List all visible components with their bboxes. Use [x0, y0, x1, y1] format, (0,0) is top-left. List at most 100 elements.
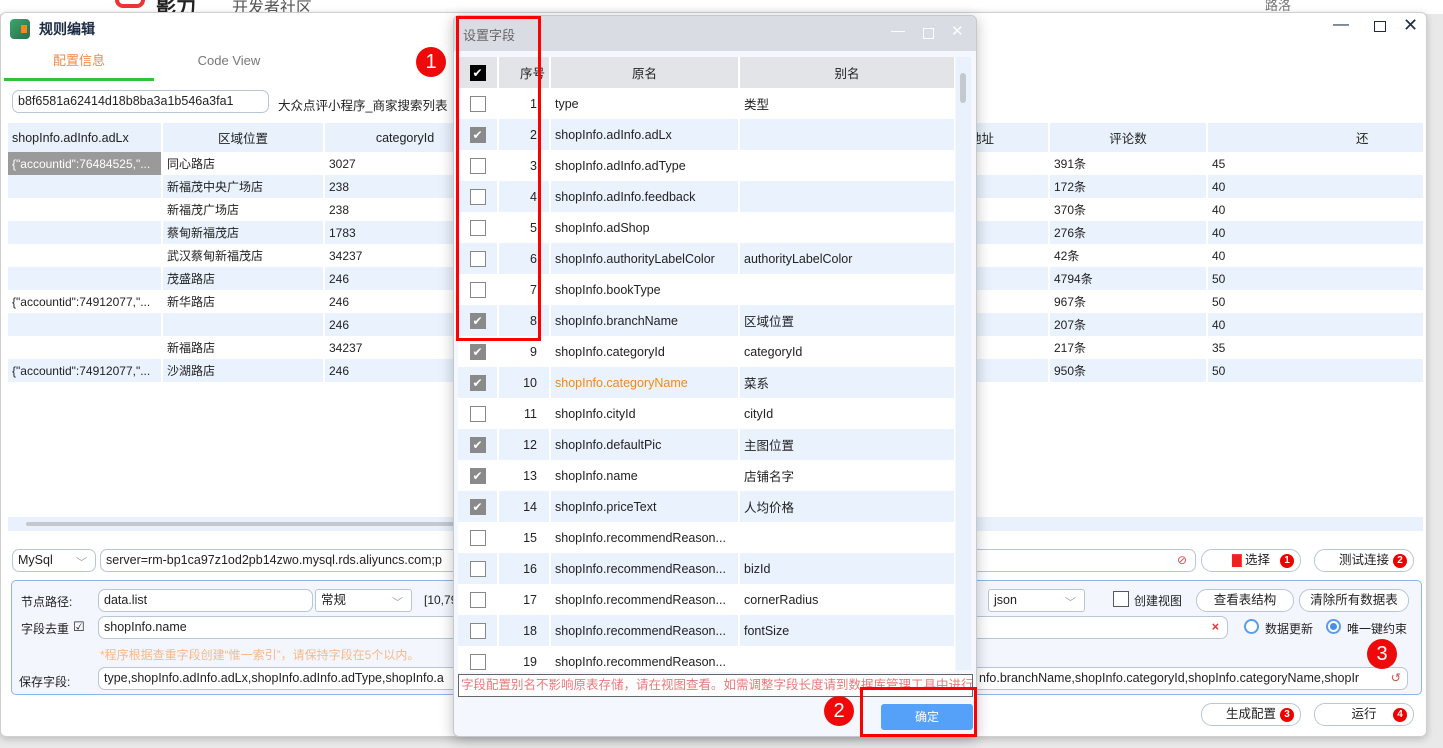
field-checkbox[interactable]	[469, 591, 486, 608]
field-alias[interactable]	[739, 212, 955, 243]
test-connection-button[interactable]: 测试连接 2	[1314, 549, 1414, 572]
field-checkbox[interactable]: ✔	[469, 498, 486, 515]
field-original-name: shopInfo.adShop	[550, 212, 740, 243]
field-checkbox[interactable]	[469, 622, 486, 639]
field-checkbox[interactable]	[469, 405, 486, 422]
field-checkbox-cell[interactable]	[458, 553, 499, 584]
field-checkbox-cell[interactable]	[458, 646, 499, 672]
annotation-highlight-checkboxes	[456, 16, 541, 341]
field-alias[interactable]: fontSize	[739, 615, 955, 646]
generate-config-button[interactable]: 生成配置 3	[1201, 703, 1301, 726]
field-original-name: shopInfo.categoryName	[550, 367, 740, 398]
field-alias[interactable]	[739, 274, 955, 305]
field-row[interactable]: 19 shopInfo.recommendReason...	[458, 646, 955, 672]
field-index: 12	[498, 429, 551, 460]
field-row[interactable]: 16 shopInfo.recommendReason... bizId	[458, 553, 955, 584]
rule-id-input[interactable]: b8f6581a62414d18b8ba3a1b546a3fa1	[12, 90, 269, 113]
dedupe-checkbox[interactable]: ☑	[73, 619, 85, 635]
create-view-checkbox[interactable]	[1113, 591, 1129, 607]
close-button[interactable]: ✕	[1403, 15, 1418, 36]
field-alias[interactable]: bizId	[739, 553, 955, 584]
field-alias[interactable]: 人均价格	[739, 491, 955, 522]
field-alias[interactable]: categoryId	[739, 336, 955, 367]
chevron-down-icon: ﹀	[1065, 597, 1076, 609]
dialog-minimize-button[interactable]: —	[891, 22, 905, 38]
clear-icon[interactable]: ×	[1212, 617, 1219, 638]
field-row[interactable]: ✔ 10 shopInfo.categoryName 菜系	[458, 367, 955, 398]
field-alias[interactable]: 类型	[739, 88, 955, 119]
field-row[interactable]: 11 shopInfo.cityId cityId	[458, 398, 955, 429]
mode-select[interactable]: 常规 ﹀	[315, 589, 412, 612]
column-header[interactable]: 区域位置	[162, 123, 325, 152]
field-checkbox-cell[interactable]	[458, 584, 499, 615]
field-alias[interactable]: cornerRadius	[739, 584, 955, 615]
field-checkbox[interactable]: ✔	[469, 374, 486, 391]
maximize-button[interactable]	[1374, 21, 1386, 32]
field-alias[interactable]: authorityLabelColor	[739, 243, 955, 274]
table-cell: 207条	[1049, 313, 1208, 336]
field-alias[interactable]	[739, 150, 955, 181]
field-row[interactable]: ✔ 14 shopInfo.priceText 人均价格	[458, 491, 955, 522]
eye-hidden-icon[interactable]: ⊘	[1177, 550, 1187, 571]
step-badge: 2	[1393, 554, 1407, 568]
node-path-input[interactable]: data.list	[98, 589, 313, 612]
table-cell: 新福茂广场店	[162, 198, 325, 221]
field-checkbox-cell[interactable]: ✔	[458, 367, 499, 398]
field-checkbox-cell[interactable]	[458, 522, 499, 553]
field-checkbox[interactable]	[469, 560, 486, 577]
clear-tables-button[interactable]: 清除所有数据表	[1299, 589, 1409, 612]
view-structure-button[interactable]: 查看表结构	[1196, 589, 1294, 612]
column-header[interactable]: 评论数	[1049, 123, 1208, 152]
field-alias[interactable]	[739, 119, 955, 150]
field-checkbox-cell[interactable]: ✔	[458, 460, 499, 491]
table-cell	[162, 313, 325, 336]
run-button[interactable]: 运行 4	[1314, 703, 1414, 726]
dialog-maximize-button[interactable]	[923, 28, 934, 39]
field-checkbox-cell[interactable]: ✔	[458, 429, 499, 460]
field-alias[interactable]: 菜系	[739, 367, 955, 398]
field-checkbox[interactable]	[469, 653, 486, 670]
field-checkbox-cell[interactable]	[458, 615, 499, 646]
radio-data-update[interactable]	[1244, 619, 1259, 634]
field-alias[interactable]: cityId	[739, 398, 955, 429]
field-checkbox-cell[interactable]: ✔	[458, 491, 499, 522]
field-alias[interactable]: 店铺名字	[739, 460, 955, 491]
field-row[interactable]: 18 shopInfo.recommendReason... fontSize	[458, 615, 955, 646]
tab-code-view[interactable]: Code View	[154, 47, 304, 81]
table-cell	[8, 313, 163, 336]
field-checkbox[interactable]: ✔	[469, 436, 486, 453]
field-checkbox-cell[interactable]	[458, 398, 499, 429]
tab-config-info[interactable]: 配置信息	[4, 47, 154, 81]
db-type-value: MySql	[18, 553, 53, 567]
field-row[interactable]: 15 shopInfo.recommendReason...	[458, 522, 955, 553]
field-checkbox[interactable]: ✔	[469, 467, 486, 484]
table-cell: 50	[1207, 359, 1423, 382]
field-index: 10	[498, 367, 551, 398]
field-index: 11	[498, 398, 551, 429]
field-row[interactable]: ✔ 13 shopInfo.name 店铺名字	[458, 460, 955, 491]
field-alias[interactable]: 主图位置	[739, 429, 955, 460]
field-original-name: shopInfo.cityId	[550, 398, 740, 429]
field-row[interactable]: ✔ 12 shopInfo.defaultPic 主图位置	[458, 429, 955, 460]
field-checkbox[interactable]	[469, 529, 486, 546]
radio-unique-key[interactable]	[1326, 619, 1341, 634]
db-type-select[interactable]: MySql ﹀	[12, 549, 96, 572]
field-alias[interactable]	[739, 522, 955, 553]
rule-name: 大众点评小程序_商家搜索列表	[278, 99, 448, 113]
annotation-highlight-confirm	[860, 687, 977, 737]
column-header[interactable]: shopInfo.adInfo.adLx	[8, 123, 163, 152]
format-select[interactable]: json ﹀	[988, 589, 1085, 612]
column-header[interactable]: 还	[1207, 123, 1423, 152]
dialog-close-button[interactable]: ✕	[951, 22, 964, 40]
field-alias[interactable]	[739, 646, 955, 672]
select-db-button[interactable]: ▇ 选择 1	[1201, 549, 1301, 572]
field-row[interactable]: 17 shopInfo.recommendReason... cornerRadiu…	[458, 584, 955, 615]
vertical-scrollbar[interactable]	[956, 57, 971, 670]
reset-icon[interactable]: ↺	[1391, 668, 1401, 689]
field-alias[interactable]	[739, 181, 955, 212]
field-alias[interactable]: 区域位置	[739, 305, 955, 336]
table-cell: 新华路店	[162, 290, 325, 313]
minimize-button[interactable]: —	[1333, 16, 1349, 34]
field-checkbox[interactable]: ✔	[469, 343, 486, 360]
table-cell: 40	[1207, 313, 1423, 336]
